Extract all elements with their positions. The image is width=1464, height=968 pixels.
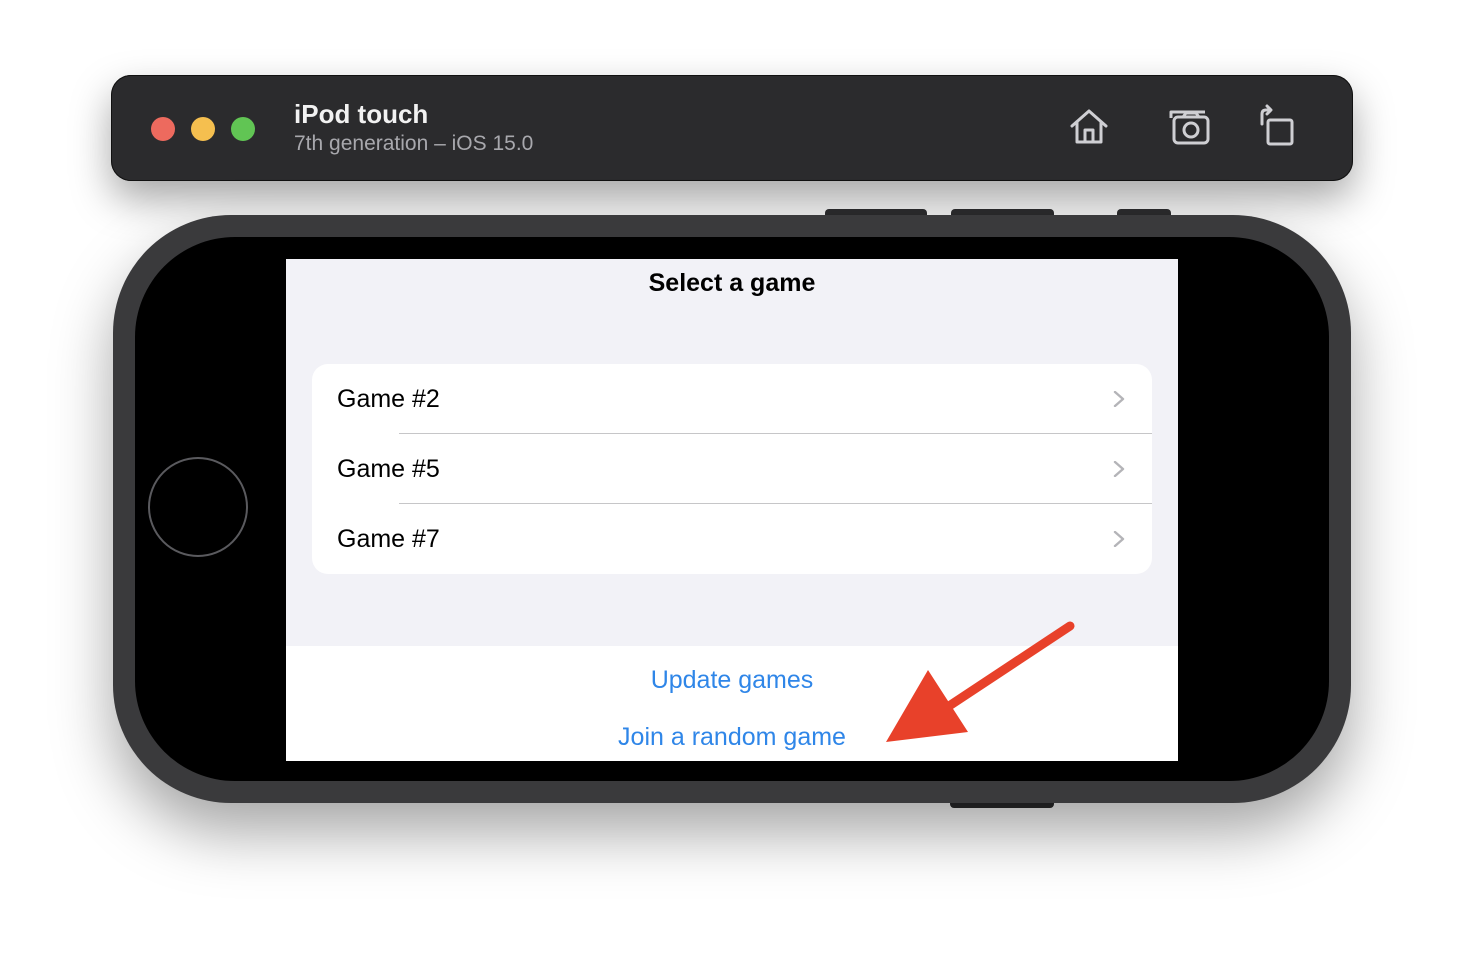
minimize-window-button[interactable] bbox=[191, 117, 215, 141]
games-list: Game #2 Game #5 Game #7 bbox=[312, 364, 1152, 574]
annotation-arrow-icon bbox=[886, 621, 1075, 742]
rotate-icon[interactable] bbox=[1256, 104, 1302, 150]
chevron-right-icon bbox=[1113, 391, 1125, 407]
home-button[interactable] bbox=[148, 457, 248, 557]
device-name: iPod touch bbox=[294, 99, 429, 129]
chevron-right-icon bbox=[1113, 461, 1125, 477]
device-subtitle: 7th generation – iOS 15.0 bbox=[294, 132, 534, 155]
screen-title: Select a game bbox=[648, 269, 816, 297]
chevron-right-icon bbox=[1113, 531, 1125, 547]
game-row-label: Game #5 bbox=[337, 454, 440, 483]
game-row-label: Game #7 bbox=[337, 524, 440, 553]
game-row[interactable]: Game #7 bbox=[312, 504, 1152, 574]
home-icon[interactable] bbox=[1066, 104, 1112, 150]
game-row-label: Game #2 bbox=[337, 384, 440, 413]
game-row[interactable]: Game #5 bbox=[312, 434, 1152, 504]
zoom-window-button[interactable] bbox=[231, 117, 255, 141]
screenshot-icon[interactable] bbox=[1166, 104, 1212, 150]
close-window-button[interactable] bbox=[151, 117, 175, 141]
game-row[interactable]: Game #2 bbox=[312, 364, 1152, 434]
